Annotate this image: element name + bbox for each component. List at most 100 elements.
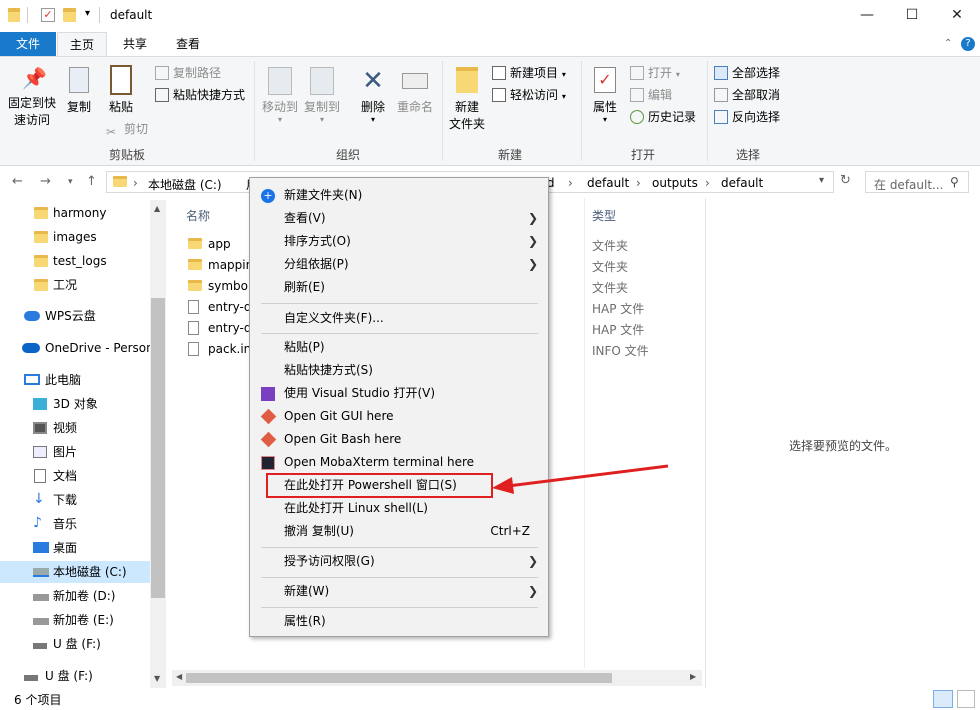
nav-item-harmony[interactable]: harmony [0,202,150,224]
file-type: 文件夹 [592,239,629,253]
new-item-button[interactable]: 新建项目 ▾ [492,65,566,83]
tab-view[interactable]: 查看 [163,32,213,56]
refresh-icon[interactable]: ↻ [840,173,851,188]
breadcrumb-item[interactable]: 本地磁盘 (C:) [148,176,222,193]
properties-quick-icon[interactable]: ✓ [41,8,55,22]
properties-button[interactable]: ✓ 属性 ▾ [588,67,622,124]
history-icon [630,110,644,124]
easy-access-button[interactable]: 轻松访问 ▾ [492,87,566,105]
column-header-type[interactable]: 类型 [592,207,616,224]
scroll-left-icon[interactable]: ◀ [176,672,182,681]
edit-button[interactable]: 编辑 [630,87,672,103]
address-dropdown-icon[interactable]: ▾ [819,175,824,186]
nav-item-pictures[interactable]: 图片 [0,441,150,463]
tab-file[interactable]: 文件 [0,32,56,56]
copy-path-button[interactable]: 复制路径 [155,65,221,81]
menu-item-sort-by[interactable]: 排序方式(O) ❯ [250,230,548,253]
menu-item-open-visual-studio[interactable]: 使用 Visual Studio 打开(V) [250,382,548,405]
nav-item-videos[interactable]: 视频 [0,417,150,439]
rename-button[interactable]: 重命名 [394,67,436,116]
menu-item-group-by[interactable]: 分组依据(P) ❯ [250,253,548,276]
nav-item-3d-objects[interactable]: 3D 对象 [0,393,150,415]
nav-item-test-logs[interactable]: test_logs [0,250,150,272]
nav-item-label: 新加卷 (D:) [53,589,116,603]
menu-item-refresh[interactable]: 刷新(E) [250,276,548,299]
open-button[interactable]: 打开 ▾ [630,65,680,83]
menu-item-new-folder[interactable]: + 新建文件夹(N) [250,184,548,207]
help-icon[interactable]: ? [961,37,975,51]
history-button[interactable]: 历史记录 [630,109,696,125]
nav-item-images[interactable]: images [0,226,150,248]
cut-button[interactable]: ✂ 剪切 [106,121,148,139]
menu-item-open-linux-shell[interactable]: 在此处打开 Linux shell(L) [250,497,548,520]
customize-quick-access-icon[interactable]: ▾ [85,8,90,19]
maximize-button[interactable]: ☐ [889,0,935,30]
menu-item-git-gui[interactable]: Open Git GUI here [250,405,548,428]
horizontal-scrollbar-thumb[interactable] [186,673,612,683]
paste-shortcut-button[interactable]: 粘贴快捷方式 [155,87,245,103]
copy-button[interactable]: 复制 [62,67,96,116]
nav-item-downloads[interactable]: ↓ 下载 [0,489,150,511]
copy-to-button[interactable]: 复制到 ▾ [302,67,342,124]
delete-button[interactable]: ✕ 删除 ▾ [356,67,390,124]
nav-item-usb-f-2[interactable]: U 盘 (F:) [0,665,150,687]
nav-item-wps-cloud[interactable]: WPS云盘 [0,305,150,327]
back-arrow-icon[interactable]: ← [12,174,23,189]
search-input[interactable]: 在 default... ⚲ [865,171,969,193]
scroll-right-icon[interactable]: ▶ [690,672,696,681]
menu-item-paste-shortcut[interactable]: 粘贴快捷方式(S) [250,359,548,382]
invert-selection-button[interactable]: 反向选择 [714,109,780,125]
git-icon [260,431,277,448]
nav-scrollbar-thumb[interactable] [151,298,165,598]
nav-item-usb-f[interactable]: U 盘 (F:) [0,633,150,655]
nav-item-onedrive[interactable]: OneDrive - Personal [0,337,150,359]
new-folder-button[interactable]: 新建 文件夹 [447,67,487,133]
window-title: default [110,8,153,22]
menu-item-properties[interactable]: 属性(R) [250,610,548,633]
nav-item-desktop[interactable]: 桌面 [0,537,150,559]
scroll-down-icon[interactable]: ▼ [154,674,160,683]
nav-item-music[interactable]: ♪ 音乐 [0,513,150,535]
nav-item-this-pc[interactable]: 此电脑 [0,369,150,391]
nav-item-volume-d[interactable]: 新加卷 (D:) [0,585,150,607]
menu-item-undo-copy[interactable]: 撤消 复制(U) Ctrl+Z [250,520,548,543]
breadcrumb-item[interactable]: default [721,176,763,190]
nav-item-label: 下载 [53,493,78,507]
dropdown-arrow-icon: ▾ [602,115,607,124]
up-arrow-icon[interactable]: ↑ [86,174,97,189]
collapse-ribbon-icon[interactable]: ⌃ [944,38,952,49]
forward-arrow-icon[interactable]: → [40,174,51,189]
select-all-button[interactable]: 全部选择 [714,65,780,81]
close-button[interactable]: ✕ [934,0,980,30]
menu-item-customize-folder[interactable]: 自定义文件夹(F)... [250,307,548,330]
breadcrumb-item[interactable]: default [587,176,629,190]
tab-home[interactable]: 主页 [57,32,107,56]
nav-item-local-disk-c[interactable]: 本地磁盘 (C:) [0,561,150,583]
move-to-button[interactable]: 移动到 ▾ [260,67,300,124]
scroll-up-icon[interactable]: ▲ [154,204,160,213]
new-folder-quick-icon[interactable] [63,8,77,22]
dropdown-arrow-icon: ▾ [370,115,375,124]
invert-selection-label: 反向选择 [732,110,781,124]
recent-locations-icon[interactable]: ▾ [68,177,73,187]
minimize-button[interactable]: — [844,0,890,30]
breadcrumb-item[interactable]: outputs [652,176,698,190]
menu-item-paste[interactable]: 粘贴(P) [250,336,548,359]
column-header-name[interactable]: 名称 [186,207,210,224]
nav-item-gongkuang[interactable]: 工况 [0,274,150,296]
menu-item-new[interactable]: 新建(W) ❯ [250,580,548,603]
menu-item-git-bash[interactable]: Open Git Bash here [250,428,548,451]
tab-share[interactable]: 共享 [110,32,160,56]
nav-item-volume-e[interactable]: 新加卷 (E:) [0,609,150,631]
select-none-button[interactable]: 全部取消 [714,87,780,103]
chevron-right-icon: ❯ [528,584,539,598]
file-type: HAP 文件 [592,323,645,337]
menu-item-give-access[interactable]: 授予访问权限(G) ❯ [250,550,548,573]
nav-item-documents[interactable]: 文档 [0,465,150,487]
large-icons-view-icon[interactable] [957,690,975,708]
menu-item-view[interactable]: 查看(V) ❯ [250,207,548,230]
pin-to-quick-access-button[interactable]: 📌 固定到快 速访问 [4,67,60,129]
dropdown-arrow-icon: ▾ [319,115,324,124]
details-view-icon[interactable] [933,690,953,708]
paste-button[interactable]: 粘贴 [104,65,138,116]
